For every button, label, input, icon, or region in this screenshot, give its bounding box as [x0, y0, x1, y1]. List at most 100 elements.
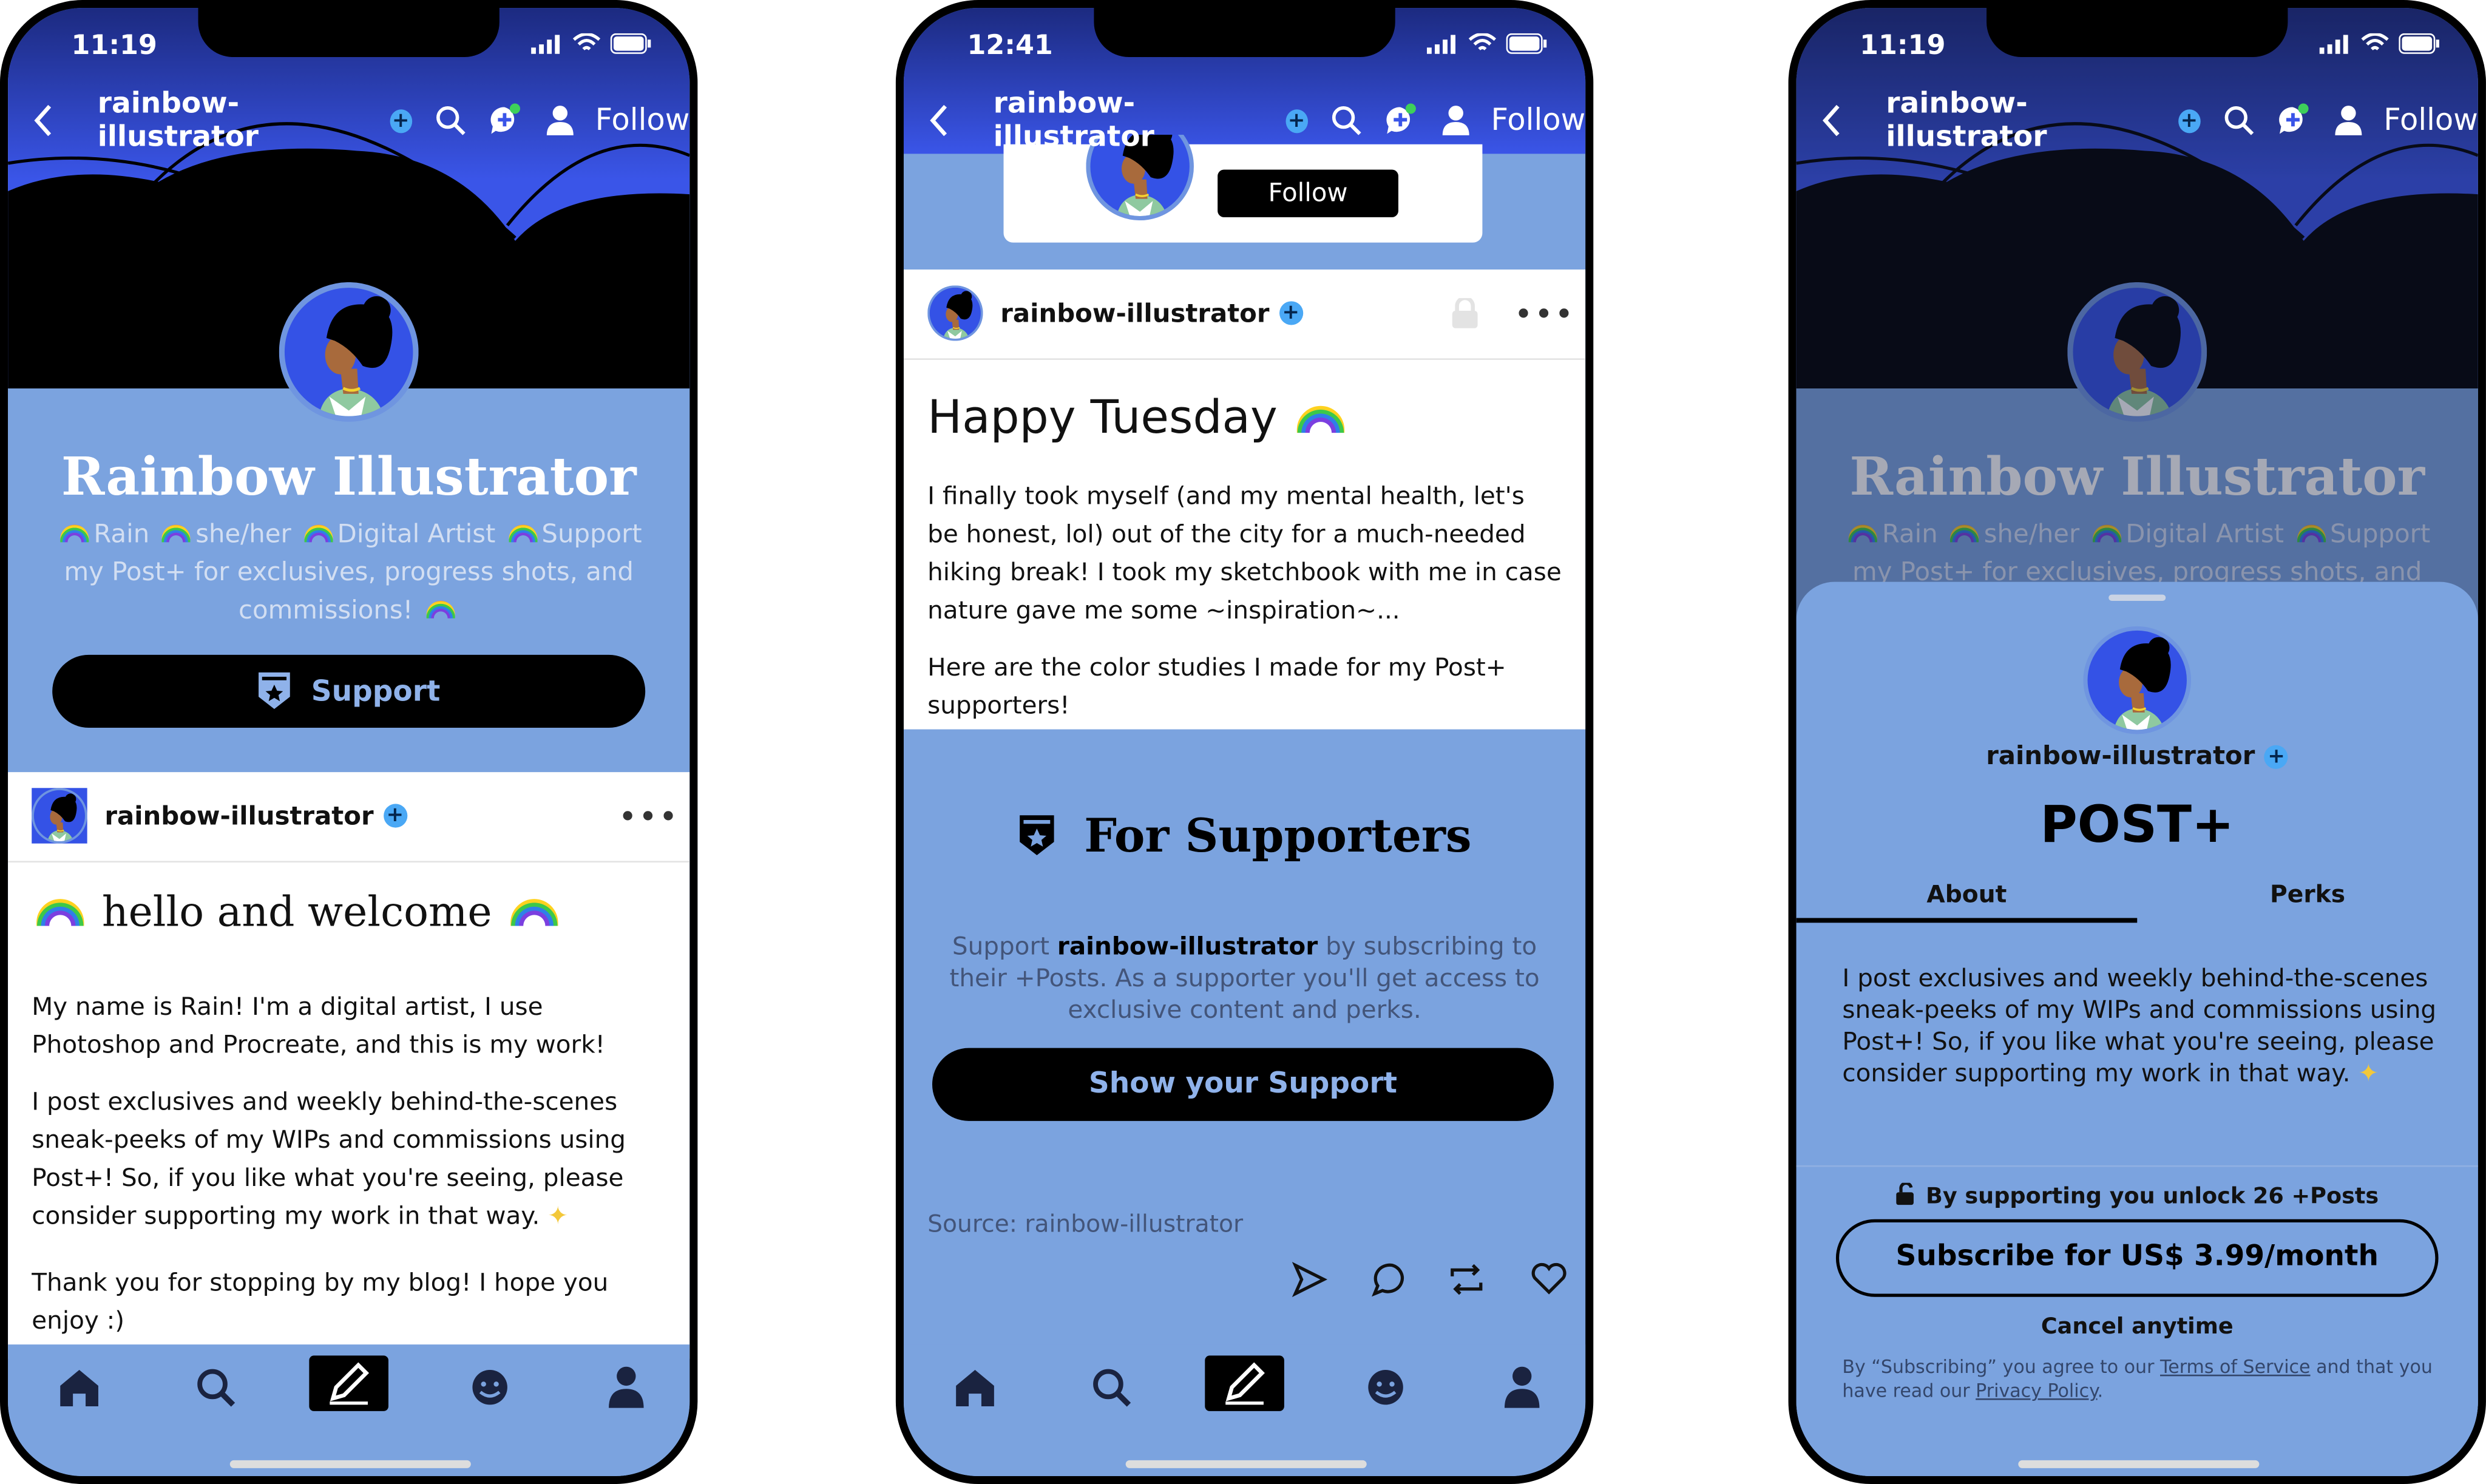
- post-author[interactable]: rainbow-illustrator: [1000, 298, 1269, 328]
- tab-about[interactable]: About: [1797, 880, 2138, 909]
- rainbow-emoji: [60, 524, 89, 543]
- back-button[interactable]: [27, 103, 59, 138]
- search-icon[interactable]: [1088, 1363, 1135, 1411]
- subscribe-button[interactable]: Subscribe for US$ 3.99/month: [1835, 1219, 2439, 1297]
- message-plus-icon[interactable]: [489, 103, 521, 138]
- avatar-illustration-icon: [2083, 626, 2192, 734]
- follow-button[interactable]: Follow: [595, 103, 690, 138]
- text: .: [2097, 1379, 2104, 1402]
- bio-text: Rain: [93, 518, 150, 549]
- sparkles-emoji: ✦: [547, 1202, 569, 1231]
- account-icon[interactable]: [603, 1363, 650, 1411]
- paragraph: Here are the color studies I made for my…: [927, 653, 1506, 720]
- tab-compose[interactable]: [309, 1355, 388, 1411]
- signal-icon: [1426, 34, 1455, 53]
- blog-name[interactable]: rainbow-illustrator: [1886, 87, 2169, 154]
- lock-icon: [1452, 298, 1478, 328]
- message-plus-icon[interactable]: [2277, 103, 2310, 138]
- top-nav-bar: rainbow-illustrator + Follow: [904, 84, 1585, 157]
- top-nav-bar: rainbow-illustrator + Follow: [8, 84, 689, 157]
- user-icon[interactable]: [2332, 103, 2365, 138]
- rainbow-emoji: [425, 601, 455, 618]
- post-author[interactable]: rainbow-illustrator: [104, 801, 373, 831]
- status-time: 12:41: [967, 30, 1053, 62]
- sheet-heading: POST+: [2040, 794, 2235, 855]
- divider: [903, 358, 1586, 360]
- more-options-icon[interactable]: •••: [618, 798, 679, 836]
- activity-icon[interactable]: [1362, 1363, 1409, 1411]
- follow-button[interactable]: Follow: [2383, 103, 2478, 138]
- terms-of-service-link[interactable]: Terms of Service: [2160, 1355, 2311, 1378]
- author-avatar[interactable]: [32, 788, 87, 844]
- battery-icon: [2399, 33, 2439, 54]
- blog-name[interactable]: rainbow-illustrator: [994, 87, 1276, 154]
- home-icon[interactable]: [951, 1363, 998, 1411]
- author-avatar[interactable]: [927, 285, 983, 341]
- sheet-handle[interactable]: [2108, 594, 2166, 601]
- supporters-title: For Supporters: [1084, 808, 1472, 863]
- supporters-text: Support rainbow-illustrator by subscribi…: [927, 930, 1562, 1026]
- avatar-illustration-icon: [32, 788, 87, 844]
- unlock-text: By supporting you unlock 26 +Posts: [1925, 1184, 2379, 1210]
- verified-plus-icon: +: [2178, 108, 2201, 133]
- wifi-icon: [572, 33, 601, 50]
- verified-plus-icon: +: [383, 804, 407, 828]
- blog-avatar[interactable]: [279, 282, 419, 428]
- search-icon[interactable]: [2223, 103, 2255, 138]
- supporters-heading: For Supporters: [904, 808, 1585, 862]
- avatar-illustration-icon: [279, 282, 419, 422]
- tab-compose[interactable]: [1205, 1355, 1284, 1411]
- active-tab-indicator: [1796, 918, 2138, 922]
- rainbow-emoji: [162, 524, 191, 543]
- wifi-icon: [2361, 33, 2389, 50]
- more-options-icon[interactable]: •••: [1514, 295, 1575, 333]
- activity-icon[interactable]: [466, 1363, 513, 1411]
- search-icon[interactable]: [434, 103, 467, 138]
- paragraph: I post exclusives and weekly behind-the-…: [32, 1087, 626, 1231]
- back-button[interactable]: [923, 103, 955, 138]
- like-icon[interactable]: [1531, 1262, 1566, 1295]
- support-button[interactable]: Support: [52, 654, 646, 728]
- text: Support: [952, 932, 1057, 961]
- divider: [8, 861, 690, 863]
- account-icon[interactable]: [1499, 1363, 1546, 1411]
- paragraph: Thank you for stopping by my blog! I hop…: [32, 1268, 609, 1335]
- blog-title: Rainbow Illustrator: [61, 446, 637, 507]
- sheet-username: rainbow-illustrator: [1986, 740, 2255, 771]
- card-follow-button[interactable]: Follow: [1218, 169, 1398, 217]
- rainbow-emoji: [36, 899, 84, 926]
- user-icon[interactable]: [1440, 103, 1472, 138]
- support-label: Support: [311, 674, 441, 708]
- post-plus-shield-icon: [1019, 815, 1054, 856]
- post-actions: [1292, 1262, 1566, 1298]
- share-icon[interactable]: [1292, 1262, 1328, 1298]
- back-button[interactable]: [1815, 103, 1848, 138]
- about-text: I post exclusives and weekly behind-the-…: [1842, 963, 2437, 1089]
- wifi-icon: [1468, 33, 1497, 50]
- user-icon[interactable]: [544, 103, 577, 138]
- phone-screen-post-plus-sheet: 11:19 rainbow-illustrator + Follow Rainbo…: [1788, 0, 2486, 1484]
- tab-perks[interactable]: Perks: [2137, 880, 2478, 909]
- search-icon[interactable]: [1330, 103, 1363, 138]
- message-plus-icon[interactable]: [1384, 103, 1417, 138]
- blog-name[interactable]: rainbow-illustrator: [98, 87, 381, 154]
- search-icon[interactable]: [192, 1363, 239, 1411]
- post-source[interactable]: Source: rainbow-illustrator: [927, 1210, 1243, 1238]
- divider: [1796, 1165, 2478, 1167]
- post-plus-shield-icon: [259, 673, 291, 710]
- reblog-icon[interactable]: [1451, 1264, 1483, 1295]
- show-support-button[interactable]: Show your Support: [932, 1048, 1554, 1121]
- compose-icon: [1225, 1362, 1265, 1405]
- privacy-policy-link[interactable]: Privacy Policy: [1976, 1380, 2097, 1402]
- supporter-blog-name[interactable]: rainbow-illustrator: [1057, 932, 1318, 961]
- bio-text: Support: [541, 518, 642, 549]
- bio-text: she/her: [195, 518, 291, 549]
- home-icon[interactable]: [55, 1363, 103, 1411]
- phone-screen-blog: 11:19 rainbow-illustrator + Follow Rainbo…: [0, 0, 698, 1484]
- cancel-anytime-text: Cancel anytime: [2041, 1314, 2234, 1340]
- follow-button[interactable]: Follow: [1491, 103, 1586, 138]
- reply-icon[interactable]: [1372, 1263, 1404, 1297]
- signal-icon: [2319, 34, 2348, 53]
- post-body: I finally took myself (and my mental hea…: [927, 477, 1562, 725]
- post-title: hello and welcome: [101, 889, 492, 937]
